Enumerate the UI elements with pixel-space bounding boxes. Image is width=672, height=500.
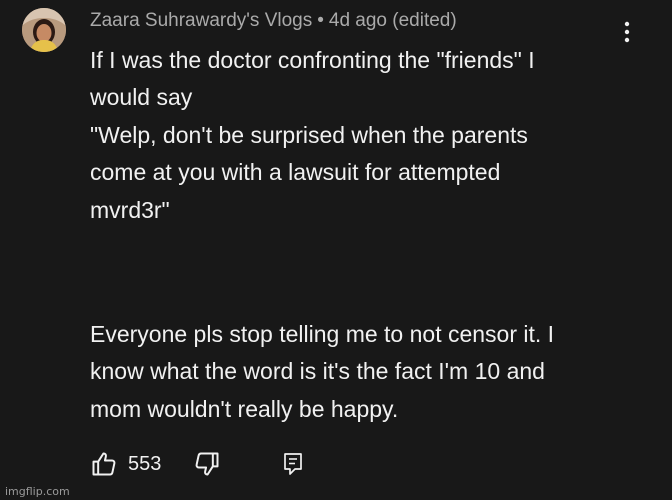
avatar[interactable] xyxy=(22,8,66,52)
comment-actions: 553 xyxy=(90,448,305,480)
like-button[interactable] xyxy=(90,450,118,478)
comment-line: come at you with a lawsuit for attempted xyxy=(90,159,501,186)
comment-line: If I was the doctor confronting the "fri… xyxy=(90,47,535,73)
comment-line: mvrd3r" xyxy=(90,196,170,223)
comment-header: Zaara Suhrawardy's Vlogs • 4d ago (edited) xyxy=(90,8,457,34)
comment-line: Everyone pls stop telling me to not cens… xyxy=(90,321,555,348)
comment-line: mom wouldn't really be happy. xyxy=(90,395,399,422)
dislike-button[interactable] xyxy=(193,450,221,478)
avatar-image xyxy=(22,8,66,52)
more-vertical-icon xyxy=(624,21,630,43)
thumbs-up-icon xyxy=(92,452,116,476)
watermark: imgflip.com xyxy=(5,485,70,498)
comment-line: would say xyxy=(90,84,193,111)
timestamp[interactable]: 4d ago (edited) xyxy=(329,10,457,31)
comment-line: "Welp, don't be surprised when the paren… xyxy=(90,121,528,148)
comment-line: know what the word is it's the fact I'm … xyxy=(90,358,545,385)
thumbs-down-icon xyxy=(195,452,219,476)
separator-dot: • xyxy=(317,10,324,31)
more-options-button[interactable] xyxy=(612,20,642,44)
reply-button[interactable] xyxy=(281,451,305,477)
like-count: 553 xyxy=(128,452,162,475)
author-name[interactable]: Zaara Suhrawardy's Vlogs xyxy=(90,10,312,31)
reply-icon xyxy=(284,453,303,475)
comment-body: If I was the doctor confronting the "fri… xyxy=(90,42,650,428)
